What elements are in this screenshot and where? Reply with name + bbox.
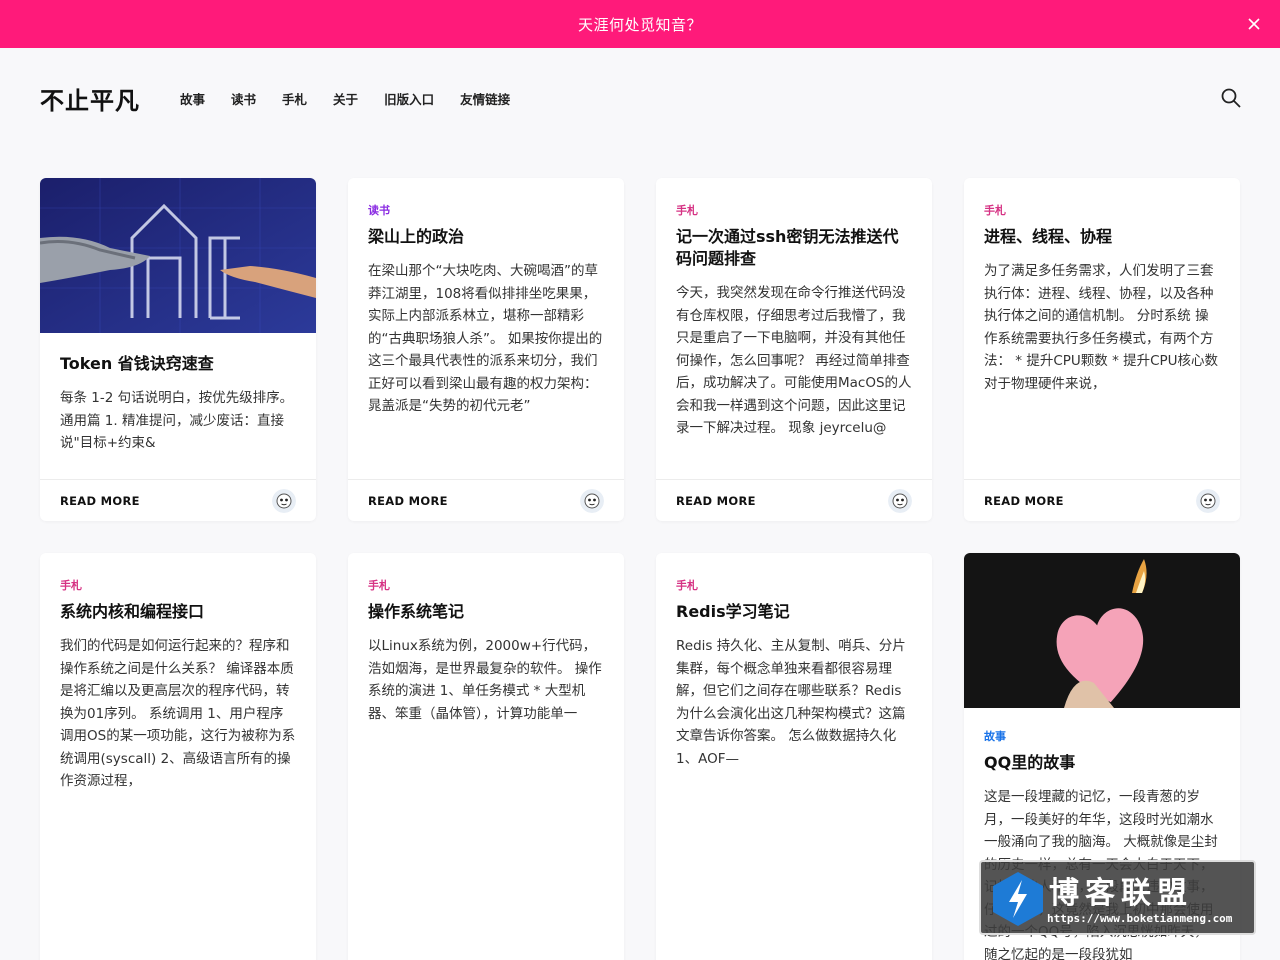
- post-category[interactable]: 手札: [368, 577, 604, 593]
- post-card: 读书 梁山上的政治 在梁山那个“大块吃肉、大碗喝酒”的草莽江湖里，108将看似排…: [348, 178, 624, 521]
- post-card-body: 读书 梁山上的政治 在梁山那个“大块吃肉、大碗喝酒”的草莽江湖里，108将看似排…: [348, 178, 624, 418]
- read-more-link[interactable]: READ MORE: [368, 494, 448, 508]
- author-avatar[interactable]: [888, 488, 912, 513]
- post-cover-image[interactable]: [40, 178, 316, 333]
- post-category[interactable]: 手札: [60, 577, 296, 593]
- post-card-footer: READ MORE: [964, 479, 1240, 521]
- post-card-body: 手札 记一次通过ssh密钥无法推送代码问题排查 今天，我突然发现在命令行推送代码…: [656, 178, 932, 440]
- site-title[interactable]: 不止平凡: [40, 81, 140, 116]
- post-card: Token 省钱诀窍速查 每条 1-2 句话说明白，按优先级排序。 通用篇 1.…: [40, 178, 316, 521]
- read-more-link[interactable]: READ MORE: [676, 494, 756, 508]
- nav-item-old-version[interactable]: 旧版入口: [384, 89, 434, 108]
- post-category[interactable]: 手札: [676, 577, 912, 593]
- search-icon[interactable]: [1220, 87, 1242, 109]
- author-avatar[interactable]: [1196, 488, 1220, 513]
- nav-item-notes[interactable]: 手札: [282, 89, 307, 108]
- notice-text: 天涯何处觅知音？: [577, 15, 702, 34]
- post-category[interactable]: 手札: [676, 202, 912, 218]
- post-card-body: Token 省钱诀窍速查 每条 1-2 句话说明白，按优先级排序。 通用篇 1.…: [40, 333, 316, 455]
- post-card-body: 手札 进程、线程、协程 为了满足多任务需求，人们发明了三套执行体：进程、线程、协…: [964, 178, 1240, 395]
- post-excerpt: 以Linux系统为例，2000w+行代码，浩如烟海，是世界最复杂的软件。 操作系…: [368, 638, 602, 722]
- post-card: 手札 系统内核和编程接口 我们的代码是如何运行起来的？程序和操作系统之间是什么关…: [40, 553, 316, 960]
- post-card-body: 手札 操作系统笔记 以Linux系统为例，2000w+行代码，浩如烟海，是世界最…: [348, 553, 624, 725]
- site-header: 不止平凡 故事 读书 手札 关于 旧版入口 友情链接: [0, 48, 1280, 148]
- author-avatar[interactable]: [580, 488, 604, 513]
- nav-item-friend-links[interactable]: 友情链接: [460, 89, 510, 108]
- read-more-link[interactable]: READ MORE: [984, 494, 1064, 508]
- nav-item-about[interactable]: 关于: [333, 89, 358, 108]
- post-title[interactable]: 进程、线程、协程: [984, 226, 1220, 248]
- post-excerpt: 每条 1-2 句话说明白，按优先级排序。 通用篇 1. 精准提问，减少废话：直接…: [60, 390, 294, 451]
- post-card: 手札 进程、线程、协程 为了满足多任务需求，人们发明了三套执行体：进程、线程、协…: [964, 178, 1240, 521]
- post-title[interactable]: 记一次通过ssh密钥无法推送代码问题排查: [676, 226, 912, 270]
- post-excerpt: 今天，我突然发现在命令行推送代码没有仓库权限，仔细思考过后我懵了，我只是重启了一…: [676, 285, 912, 436]
- close-icon[interactable]: [1242, 12, 1266, 36]
- post-title[interactable]: 梁山上的政治: [368, 226, 604, 248]
- post-card: 手札 记一次通过ssh密钥无法推送代码问题排查 今天，我突然发现在命令行推送代码…: [656, 178, 932, 521]
- blog-alliance-logo-icon: [993, 872, 1043, 926]
- post-title[interactable]: 系统内核和编程接口: [60, 601, 296, 623]
- post-card: 手札 操作系统笔记 以Linux系统为例，2000w+行代码，浩如烟海，是世界最…: [348, 553, 624, 960]
- post-card-footer: READ MORE: [656, 479, 932, 521]
- post-excerpt: Redis 持久化、主从复制、哨兵、分片集群，每个概念单独来看都很容易理解，但它…: [676, 638, 906, 767]
- post-cover-image[interactable]: [964, 553, 1240, 708]
- post-card-body: 手札 Redis学习笔记 Redis 持久化、主从复制、哨兵、分片集群，每个概念…: [656, 553, 932, 770]
- post-excerpt: 在梁山那个“大块吃肉、大碗喝酒”的草莽江湖里，108将看似排排坐吃果果，实际上内…: [368, 263, 603, 414]
- post-category[interactable]: 读书: [368, 202, 604, 218]
- post-title[interactable]: QQ里的故事: [984, 752, 1220, 774]
- post-category[interactable]: 故事: [984, 728, 1220, 744]
- post-title[interactable]: Redis学习笔记: [676, 601, 912, 623]
- read-more-link[interactable]: READ MORE: [60, 494, 140, 508]
- post-excerpt: 我们的代码是如何运行起来的？程序和操作系统之间是什么关系？ 编译器本质是将汇编以…: [60, 638, 296, 789]
- main-nav: 故事 读书 手札 关于 旧版入口 友情链接: [180, 89, 536, 108]
- post-card-footer: READ MORE: [348, 479, 624, 521]
- nav-item-reading[interactable]: 读书: [231, 89, 256, 108]
- blog-alliance-watermark: 博客联盟 https://www.boketianmeng.com: [979, 860, 1256, 935]
- post-excerpt: 为了满足多任务需求，人们发明了三套执行体：进程、线程、协程，以及各种执行体之间的…: [984, 263, 1219, 392]
- post-title[interactable]: 操作系统笔记: [368, 601, 604, 623]
- post-title[interactable]: Token 省钱诀窍速查: [60, 353, 296, 375]
- notice-bar: 天涯何处觅知音？: [0, 0, 1280, 48]
- nav-item-stories[interactable]: 故事: [180, 89, 205, 108]
- watermark-url: https://www.boketianmeng.com: [1047, 912, 1233, 925]
- post-card-body: 手札 系统内核和编程接口 我们的代码是如何运行起来的？程序和操作系统之间是什么关…: [40, 553, 316, 793]
- post-category[interactable]: 手札: [984, 202, 1220, 218]
- watermark-title: 博客联盟: [1049, 876, 1193, 911]
- post-card-footer: READ MORE: [40, 479, 316, 521]
- post-card: 手札 Redis学习笔记 Redis 持久化、主从复制、哨兵、分片集群，每个概念…: [656, 553, 932, 960]
- author-avatar[interactable]: [272, 488, 296, 513]
